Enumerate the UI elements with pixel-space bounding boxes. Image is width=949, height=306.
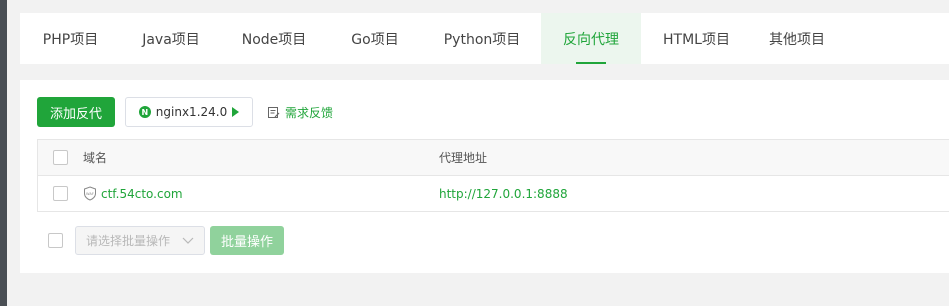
- batch-footer: 请选择批量操作 批量操作: [37, 226, 284, 255]
- nginx-logo-icon: N: [138, 106, 151, 118]
- toolbar: 添加反代 N nginx1.24.0 需求反馈: [37, 97, 333, 127]
- proxy-table: 域名 代理地址 WAF ctf.54cto.com http://127.0.0…: [37, 139, 949, 212]
- table-header: 域名 代理地址: [38, 140, 949, 176]
- play-icon: [232, 107, 240, 117]
- tab-java[interactable]: Java项目: [121, 13, 221, 64]
- nginx-version-button[interactable]: N nginx1.24.0: [125, 97, 254, 127]
- tab-go[interactable]: Go项目: [327, 13, 423, 64]
- project-tabs: PHP项目 Java项目 Node项目 Go项目 Python项目 反向代理 H…: [20, 13, 949, 64]
- tab-reverse-proxy[interactable]: 反向代理: [541, 13, 641, 64]
- batch-select-placeholder: 请选择批量操作: [86, 234, 171, 248]
- waf-shield-icon: WAF: [84, 186, 96, 201]
- sidebar-edge: [0, 0, 7, 306]
- tab-other[interactable]: 其他项目: [752, 13, 842, 64]
- select-all-checkbox[interactable]: [52, 150, 68, 165]
- batch-operation-select[interactable]: 请选择批量操作: [75, 226, 205, 255]
- header-domain: 域名: [83, 151, 108, 165]
- tab-python[interactable]: Python项目: [423, 13, 541, 64]
- feedback-link[interactable]: 需求反馈: [267, 104, 333, 121]
- row-checkbox[interactable]: [52, 186, 68, 201]
- feedback-icon: [268, 106, 280, 118]
- proxy-address-link[interactable]: http://127.0.0.1:8888: [439, 187, 568, 201]
- tab-php[interactable]: PHP项目: [20, 13, 121, 64]
- tab-node[interactable]: Node项目: [221, 13, 327, 64]
- feedback-label: 需求反馈: [285, 105, 334, 120]
- batch-select-checkbox[interactable]: [48, 233, 63, 248]
- svg-text:WAF: WAF: [86, 192, 94, 196]
- domain-link[interactable]: ctf.54cto.com: [101, 187, 183, 201]
- tab-html[interactable]: HTML项目: [641, 13, 752, 64]
- add-proxy-button[interactable]: 添加反代: [37, 97, 116, 127]
- proxy-panel: 添加反代 N nginx1.24.0 需求反馈 域名 代理地址 WAF ctf.…: [20, 80, 949, 273]
- batch-operation-button[interactable]: 批量操作: [210, 226, 284, 255]
- chevron-down-icon: [182, 237, 194, 244]
- header-proxy: 代理地址: [439, 151, 488, 165]
- table-row: WAF ctf.54cto.com http://127.0.0.1:8888: [38, 176, 949, 212]
- nginx-version-label: nginx1.24.0: [155, 105, 228, 119]
